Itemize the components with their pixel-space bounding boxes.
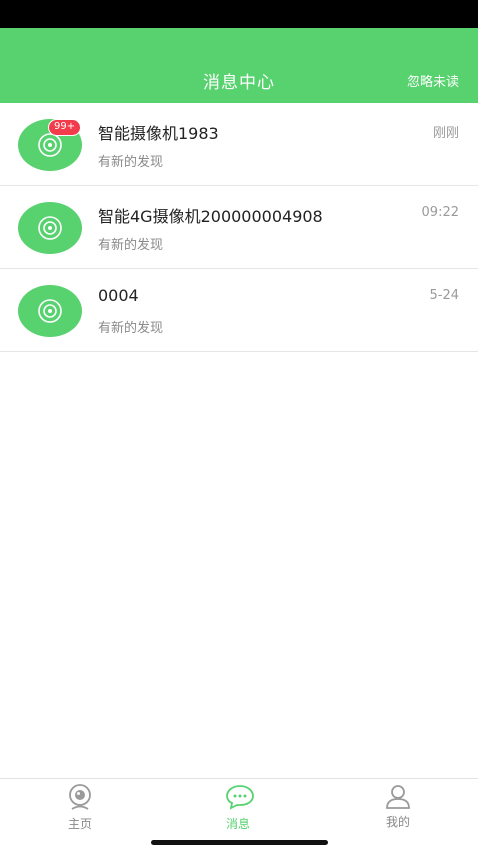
home-indicator — [151, 840, 328, 845]
message-item-0004[interactable]: 0004 有新的发现 5-24 — [0, 269, 478, 352]
message-time: 09:22 — [421, 205, 459, 220]
message-list: 99+ 智能摄像机1983 有新的发现 刚刚 智能4G摄像机2000000049… — [0, 103, 478, 352]
message-title: 0004 — [98, 286, 139, 305]
camera-icon — [38, 299, 62, 323]
status-bar — [0, 0, 478, 28]
message-subtitle: 有新的发现 — [98, 155, 164, 170]
ignore-unread-button[interactable]: 忽略未读 — [407, 71, 459, 90]
message-item-4g-camera[interactable]: 智能4G摄像机200000004908 有新的发现 09:22 — [0, 186, 478, 269]
message-item-camera-1983[interactable]: 99+ 智能摄像机1983 有新的发现 刚刚 — [0, 103, 478, 186]
tab-profile[interactable]: 我的 — [348, 779, 448, 839]
message-time: 5-24 — [429, 288, 459, 303]
message-title: 智能摄像机1983 — [98, 124, 219, 143]
tab-label: 我的 — [385, 815, 410, 829]
tab-messages[interactable]: 消息 — [188, 779, 288, 839]
webcam-icon — [69, 784, 91, 810]
chat-icon — [226, 785, 254, 810]
device-avatar — [18, 202, 82, 254]
message-subtitle: 有新的发现 — [98, 321, 164, 336]
tab-label: 主页 — [67, 817, 92, 831]
message-time: 刚刚 — [432, 126, 459, 141]
tab-home[interactable]: 主页 — [30, 779, 130, 839]
camera-icon — [38, 216, 62, 240]
user-icon — [386, 785, 410, 809]
tab-label: 消息 — [225, 817, 250, 831]
device-avatar — [18, 285, 82, 337]
message-subtitle: 有新的发现 — [98, 238, 164, 253]
unread-badge: 99+ — [48, 119, 82, 136]
header: 消息中心 忽略未读 — [0, 28, 478, 103]
message-title: 智能4G摄像机200000004908 — [98, 207, 323, 226]
